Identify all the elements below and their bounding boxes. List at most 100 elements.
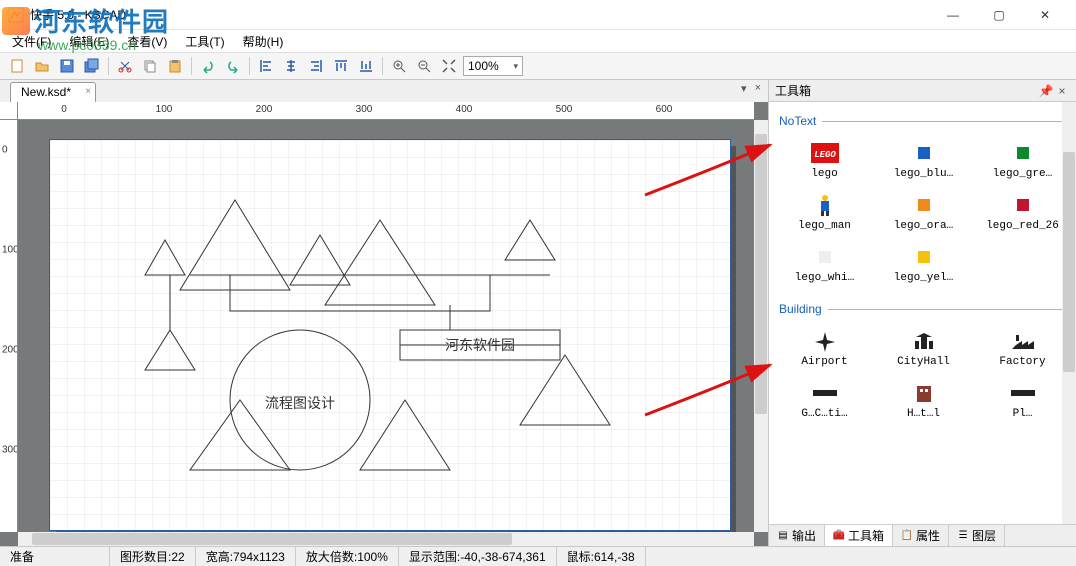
- item-label: H…t…l: [907, 408, 940, 420]
- tab-close-all-icon[interactable]: ×: [752, 82, 764, 95]
- pin-icon[interactable]: 📌: [1038, 84, 1054, 98]
- document-tab[interactable]: New.ksd*×: [10, 82, 96, 102]
- tab-dropdown-icon[interactable]: ▾: [738, 82, 750, 95]
- vertical-ruler: 0 100 200 300: [0, 120, 18, 532]
- redo-button[interactable]: [222, 55, 244, 77]
- paste-button[interactable]: [164, 55, 186, 77]
- item-icon: [910, 246, 938, 268]
- toolbox-item[interactable]: LEGO lego: [777, 138, 872, 184]
- item-label: CityHall: [897, 356, 950, 368]
- layers-icon: ☰: [957, 530, 969, 542]
- align-left-button[interactable]: [255, 55, 277, 77]
- toolbox-item[interactable]: lego_man: [777, 190, 872, 236]
- item-label: lego_man: [798, 220, 851, 232]
- item-icon: [1009, 142, 1037, 164]
- zoom-in-button[interactable]: [388, 55, 410, 77]
- status-size: 宽高:794x1123: [196, 547, 296, 566]
- title-bar: 快手 5.0 - KSCAD — ▢ ✕: [0, 0, 1076, 30]
- menu-view[interactable]: 查看(V): [119, 31, 175, 52]
- item-label: Factory: [999, 356, 1045, 368]
- drawing-shapes: 流程图设计 河东软件园: [50, 140, 730, 530]
- item-icon: [910, 330, 938, 352]
- toolbox-item[interactable]: lego_ora…: [876, 190, 971, 236]
- saveall-button[interactable]: [81, 55, 103, 77]
- menu-edit[interactable]: 编辑(E): [61, 31, 117, 52]
- horizontal-scrollbar[interactable]: [18, 532, 754, 546]
- tab-toolbox[interactable]: 🧰工具箱: [825, 525, 893, 546]
- tab-controls: ▾×: [738, 82, 764, 95]
- item-label: lego_gre…: [993, 168, 1052, 180]
- status-zoom: 放大倍数:100%: [296, 547, 399, 566]
- item-label: G…C…ti…: [801, 408, 847, 420]
- fit-button[interactable]: [438, 55, 460, 77]
- cut-button[interactable]: [114, 55, 136, 77]
- toolbox-item[interactable]: Factory: [975, 326, 1070, 372]
- properties-icon: 📋: [901, 530, 913, 542]
- toolbox-item[interactable]: Pl…: [975, 378, 1070, 424]
- open-button[interactable]: [31, 55, 53, 77]
- item-label: lego: [811, 168, 837, 180]
- maximize-button[interactable]: ▢: [976, 0, 1022, 30]
- item-icon: [811, 330, 839, 352]
- toolbar: 100%: [0, 52, 1076, 80]
- menu-tool[interactable]: 工具(T): [177, 31, 232, 52]
- canvas-viewport[interactable]: 流程图设计 河东软件园: [18, 120, 754, 532]
- item-icon: [1009, 382, 1037, 404]
- zoom-select[interactable]: 100%: [463, 56, 523, 76]
- zoom-out-button[interactable]: [413, 55, 435, 77]
- item-icon: [811, 194, 839, 216]
- item-icon: [1009, 330, 1037, 352]
- item-label: Airport: [801, 356, 847, 368]
- window-title: 快手 5.0 - KSCAD: [30, 6, 930, 23]
- panel-close-icon[interactable]: ×: [1054, 84, 1070, 98]
- toolbox-item[interactable]: H…t…l: [876, 378, 971, 424]
- toolbox-title: 工具箱: [775, 82, 1038, 99]
- tab-layers[interactable]: ☰图层: [949, 525, 1005, 546]
- svg-text:流程图设计: 流程图设计: [265, 395, 335, 411]
- toolbox-item[interactable]: G…C…ti…: [777, 378, 872, 424]
- tab-properties[interactable]: 📋属性: [893, 525, 949, 546]
- item-icon: [1009, 194, 1037, 216]
- status-bar: 准备 图形数目:22 宽高:794x1123 放大倍数:100% 显示范围:-4…: [0, 546, 1076, 566]
- toolbox-item[interactable]: Airport: [777, 326, 872, 372]
- toolbox-item[interactable]: CityHall: [876, 326, 971, 372]
- toolbox-icon: 🧰: [833, 530, 845, 542]
- status-ready: 准备: [0, 547, 110, 566]
- toolbox-item[interactable]: lego_whi…: [777, 242, 872, 288]
- app-icon: [8, 7, 24, 23]
- toolbox-item[interactable]: lego_yel…: [876, 242, 971, 288]
- item-label: lego_blu…: [894, 168, 953, 180]
- category-notext[interactable]: NoText: [775, 108, 1072, 132]
- align-top-button[interactable]: [330, 55, 352, 77]
- menu-file[interactable]: 文件(F): [4, 31, 59, 52]
- category-building[interactable]: Building: [775, 296, 1072, 320]
- align-right-button[interactable]: [305, 55, 327, 77]
- toolbox-item[interactable]: lego_gre…: [975, 138, 1070, 184]
- vertical-scrollbar[interactable]: [754, 120, 768, 532]
- toolbox-item[interactable]: lego_blu…: [876, 138, 971, 184]
- tab-output[interactable]: ▤输出: [769, 525, 825, 546]
- item-icon: [811, 382, 839, 404]
- item-icon: LEGO: [811, 142, 839, 164]
- output-icon: ▤: [777, 530, 789, 542]
- status-range: 显示范围:-40,-38-674,361: [399, 547, 557, 566]
- item-label: lego_whi…: [795, 272, 854, 284]
- copy-button[interactable]: [139, 55, 161, 77]
- align-center-button[interactable]: [280, 55, 302, 77]
- ruler-corner: [0, 102, 18, 120]
- item-label: Pl…: [1013, 408, 1033, 420]
- minimize-button[interactable]: —: [930, 0, 976, 30]
- save-button[interactable]: [56, 55, 78, 77]
- tab-close-icon[interactable]: ×: [85, 86, 91, 97]
- close-button[interactable]: ✕: [1022, 0, 1068, 30]
- toolbox-panel: 工具箱 📌 × NoText LEGO lego lego_blu… lego_gre…: [768, 80, 1076, 546]
- align-bottom-button[interactable]: [355, 55, 377, 77]
- menu-help[interactable]: 帮助(H): [235, 31, 292, 52]
- undo-button[interactable]: [197, 55, 219, 77]
- toolbox-scrollbar[interactable]: [1062, 102, 1076, 524]
- new-button[interactable]: [6, 55, 28, 77]
- toolbox-item[interactable]: lego_red_26: [975, 190, 1070, 236]
- drawing-paper[interactable]: 流程图设计 河东软件园: [50, 140, 730, 530]
- svg-text:河东软件园: 河东软件园: [445, 337, 515, 353]
- toolbox-body: NoText LEGO lego lego_blu… lego_gre… lego_ma…: [769, 102, 1076, 524]
